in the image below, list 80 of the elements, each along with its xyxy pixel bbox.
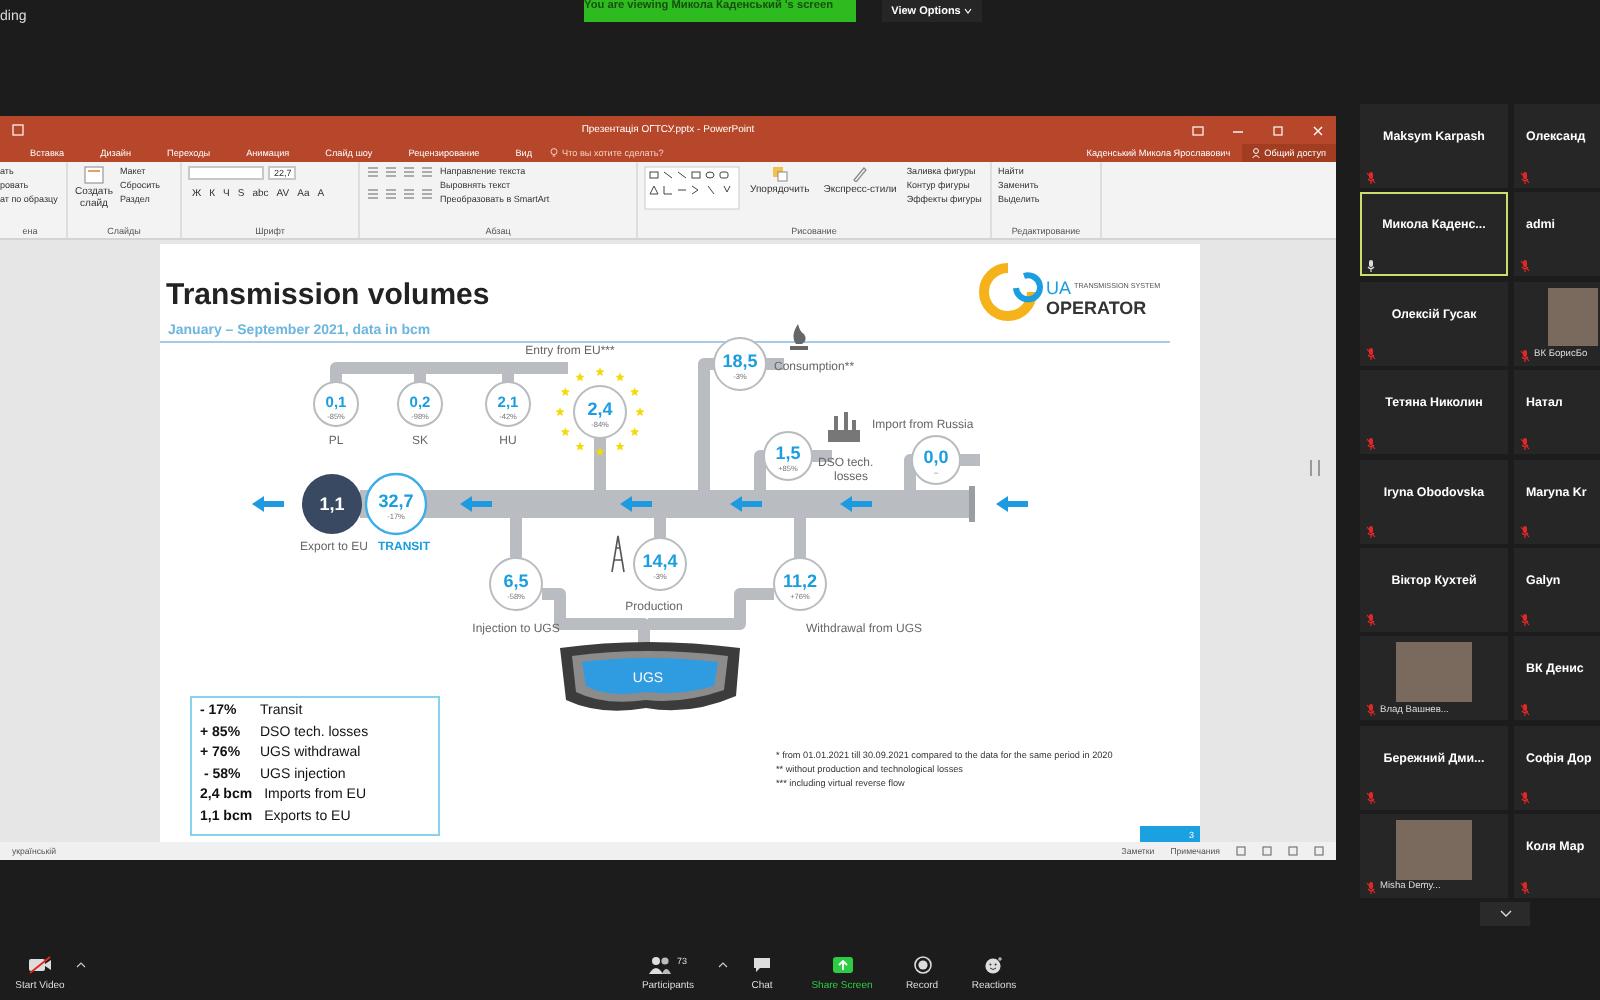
justify-icon	[420, 188, 434, 200]
flow-arrow-icon	[730, 496, 762, 512]
caret-up-icon	[718, 962, 728, 968]
indent-icon	[402, 166, 416, 178]
chevron-down-icon	[1499, 910, 1511, 918]
minimize-icon	[1232, 125, 1244, 135]
node-value: 11,2	[782, 571, 818, 591]
flow-arrow-icon	[840, 496, 872, 512]
person-icon	[1252, 148, 1261, 158]
flow-node	[763, 431, 813, 481]
line-spacing-icon	[420, 166, 434, 178]
drilling-tower-icon	[611, 535, 625, 573]
chat-icon	[752, 956, 772, 974]
node-value: 32,7	[378, 491, 414, 511]
flow-node	[773, 557, 827, 611]
flame-icon	[790, 324, 808, 350]
align-right-icon	[402, 188, 416, 200]
pipe-flange	[969, 486, 975, 522]
maximize-icon	[1272, 125, 1284, 135]
reading-view-icon	[1288, 846, 1298, 856]
node-value: 0,0	[923, 447, 949, 467]
pipe	[904, 454, 916, 492]
node-value: 14,4	[642, 551, 678, 571]
font-name-field[interactable]	[188, 166, 264, 180]
align-center-icon	[384, 188, 398, 200]
flow-node	[633, 537, 687, 591]
normal-view-icon	[1236, 846, 1246, 856]
numbered-list-icon	[384, 166, 398, 178]
resize-handle[interactable]	[1310, 460, 1320, 476]
align-left-icon	[366, 188, 380, 200]
flow-node	[489, 557, 543, 611]
ribbon-display-icon	[1192, 125, 1204, 135]
photo-placeholder	[1396, 642, 1472, 702]
transit-node	[364, 472, 428, 536]
flow-node	[911, 435, 961, 485]
people-icon	[648, 956, 673, 974]
participants-options-button[interactable]	[718, 962, 728, 968]
pipe	[594, 438, 606, 492]
logo-text: UA	[1046, 278, 1072, 298]
smiley-icon	[984, 956, 1004, 974]
node-value: 2,4	[587, 399, 613, 419]
lightbulb-icon	[550, 148, 559, 158]
bullet-list-icon	[366, 166, 380, 178]
slide-sorter-icon	[1262, 846, 1272, 856]
node-value: 1,1	[319, 494, 345, 514]
star-ring-drawing	[555, 367, 645, 456]
node-value: 6,5	[503, 571, 529, 591]
share-screen-icon	[831, 956, 853, 974]
flow-node	[397, 381, 443, 427]
record-icon	[913, 956, 931, 974]
close-icon	[1312, 125, 1324, 135]
caret-icon	[964, 8, 973, 14]
logo-text: OPERATOR	[1046, 298, 1147, 318]
caret-up-icon	[76, 962, 86, 968]
brush-icon	[852, 166, 869, 182]
flow-arrow-icon	[252, 496, 284, 512]
pipe	[698, 358, 714, 492]
node-value: 18,5	[722, 351, 758, 371]
photo-placeholder	[1396, 820, 1472, 880]
flow-node	[485, 381, 531, 427]
factory-icon	[828, 412, 860, 442]
slideshow-icon	[1314, 846, 1324, 856]
pipe	[960, 454, 980, 466]
pipe	[754, 450, 767, 492]
slide-title: Transmission volumes	[166, 278, 490, 312]
pipe	[794, 516, 806, 558]
flow-node	[713, 337, 767, 391]
node-value: 1,5	[775, 443, 801, 463]
flow-arrow-icon	[996, 496, 1028, 512]
logo-icon	[979, 263, 1043, 321]
pipe	[510, 516, 522, 558]
flow-arrow-icon	[620, 496, 652, 512]
video-options-button[interactable]	[76, 962, 86, 968]
scroll-down-button[interactable]	[1480, 902, 1530, 926]
flow-arrow-icon	[460, 496, 492, 512]
flow-node	[313, 381, 359, 427]
flow-node	[573, 385, 627, 439]
export-node	[302, 474, 362, 534]
pipe	[654, 516, 666, 538]
save-icon	[12, 124, 24, 136]
